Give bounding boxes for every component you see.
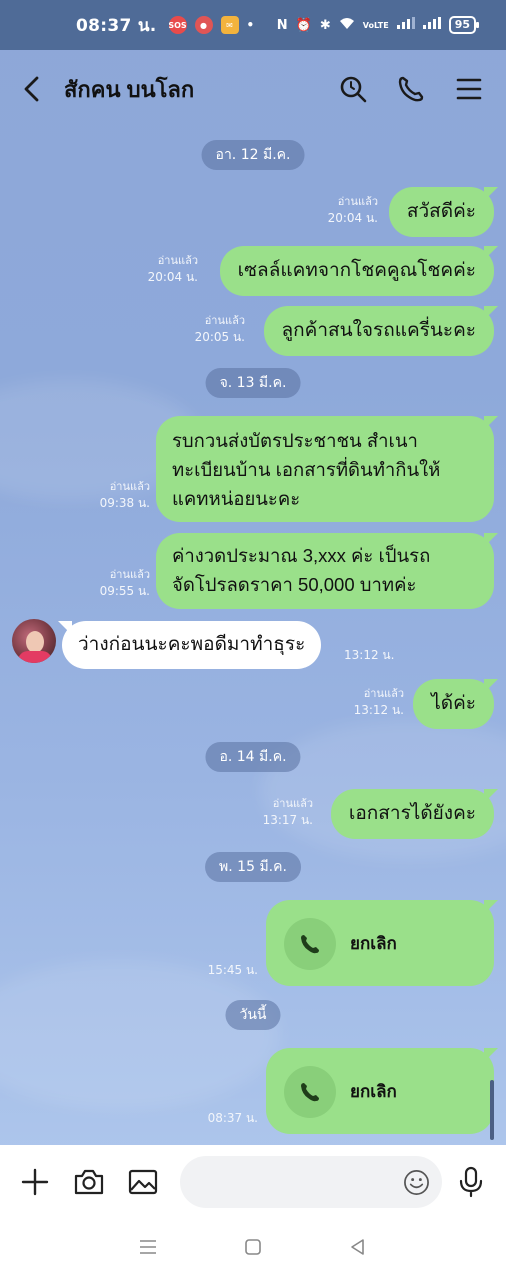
volte-icon: VoLTE [362, 20, 389, 30]
phone-icon [301, 1083, 319, 1102]
notification-icons: SOS ● ✉ • [168, 16, 255, 34]
outgoing-message[interactable]: สวัสดีค่ะ [388, 187, 494, 237]
outgoing-message[interactable]: ค่างวดประมาณ 3,xxx ค่ะ เป็นรถ จัดโปรลดรา… [156, 533, 494, 609]
outgoing-message[interactable]: ลูกค้าสนใจรถแครี่นะคะ [263, 306, 494, 356]
image-icon[interactable] [126, 1165, 160, 1199]
chat-title: สักคน บนโลก [64, 76, 195, 102]
message-meta: 15:45 น. [208, 962, 258, 979]
read-status: อ่านแล้ว [363, 687, 404, 700]
message-meta: อ่านแล้ว 13:12 น. [354, 685, 404, 719]
nfc-icon: N [276, 17, 288, 33]
date-separator: อ. 14 มี.ค. [205, 742, 301, 772]
read-status: อ่านแล้ว [157, 254, 198, 267]
bluetooth-icon: ✱ [319, 17, 331, 33]
message-line: จัดโปรลดราคา 50,000 บาทค่ะ [172, 574, 417, 595]
outgoing-message[interactable]: ได้ค่ะ [413, 679, 494, 729]
date-separator: วันนี้ [225, 1000, 281, 1030]
read-status: อ่านแล้ว [337, 195, 378, 208]
wifi-icon [339, 16, 355, 34]
call-message[interactable]: ยกเลิก [266, 900, 494, 986]
battery-icon: 95 [448, 16, 480, 34]
message-meta: 13:12 น. [344, 647, 394, 664]
outgoing-message[interactable]: เอกสารได้ยังคะ [330, 789, 494, 839]
home-icon[interactable] [243, 1237, 263, 1261]
message-time: 13:17 น. [262, 813, 313, 827]
call-message[interactable]: ยกเลิก [266, 1048, 494, 1134]
incoming-message[interactable]: ว่างก่อนนะคะพอดีมาทำธุระ [62, 621, 322, 669]
message-time: 09:38 น. [99, 496, 150, 510]
system-navigation-bar [0, 1218, 506, 1280]
message-time: 13:12 น. [344, 648, 395, 662]
message-time: 08:37 น. [207, 1111, 258, 1125]
back-arrow-icon[interactable] [22, 74, 48, 104]
avatar-shirt [18, 651, 52, 663]
date-separator: อา. 12 มี.ค. [201, 140, 305, 170]
background-cloud [0, 960, 280, 1110]
message-time: 15:45 น. [207, 963, 258, 977]
outgoing-message[interactable]: รบกวนส่งบัตรประชาชน สำเนา ทะเบียนบ้าน เอ… [156, 416, 494, 522]
message-meta: 08:37 น. [208, 1110, 258, 1127]
contact-avatar[interactable] [12, 619, 56, 663]
message-line: ค่างวดประมาณ 3,xxx ค่ะ เป็นรถ [172, 545, 431, 566]
message-time: 20:04 น. [147, 270, 198, 284]
plus-icon[interactable] [18, 1165, 52, 1199]
outgoing-message[interactable]: เซลล์แคทจากโชคคูณโชคค่ะ [219, 246, 494, 296]
alarm-icon: ⏰ [295, 17, 312, 33]
message-line: แคทหน่อยนะคะ [172, 488, 301, 509]
message-line: ทะเบียนบ้าน เอกสารที่ดินทำกินให้ [172, 459, 441, 480]
message-time: 20:05 น. [194, 330, 245, 344]
call-icon-circle [284, 1066, 336, 1118]
sos-icon: SOS [168, 16, 187, 34]
phone-icon[interactable] [396, 74, 426, 104]
mail-icon: ✉ [220, 16, 239, 34]
message-meta: อ่านแล้ว 09:55 น. [100, 566, 150, 600]
phone-icon [301, 935, 319, 954]
line-app-icon: ● [194, 16, 213, 34]
read-status: อ่านแล้ว [204, 314, 245, 327]
system-icons: N ⏰ ✱ VoLTE 95 [276, 16, 480, 34]
message-line: รบกวนส่งบัตรประชาชน สำเนา [172, 430, 418, 451]
status-time: 08:37 น. [76, 15, 157, 36]
camera-icon[interactable] [72, 1165, 106, 1199]
message-meta: อ่านแล้ว 13:17 น. [263, 795, 313, 829]
status-bar: 08:37 น. SOS ● ✉ • N ⏰ ✱ VoLTE 95 [0, 0, 506, 50]
call-status-label: ยกเลิก [350, 934, 397, 953]
message-time: 09:55 น. [99, 584, 150, 598]
date-separator: พ. 15 มี.ค. [205, 852, 301, 882]
read-status: อ่านแล้ว [272, 797, 313, 810]
signal-icon-1 [396, 17, 415, 33]
message-meta: อ่านแล้ว 09:38 น. [100, 478, 150, 512]
scrollbar[interactable] [490, 1080, 494, 1140]
date-separator: จ. 13 มี.ค. [205, 368, 301, 398]
message-input-field[interactable] [180, 1155, 442, 1208]
message-meta: อ่านแล้ว 20:04 น. [328, 193, 378, 227]
avatar-face [26, 631, 44, 653]
read-status: อ่านแล้ว [109, 480, 150, 493]
emoji-icon[interactable] [403, 1169, 430, 1196]
menu-icon[interactable] [454, 74, 484, 104]
chat-screen: 08:37 น. SOS ● ✉ • N ⏰ ✱ VoLTE 95 สักคน … [0, 0, 506, 1280]
call-status-label: ยกเลิก [350, 1082, 397, 1101]
message-time: 20:04 น. [327, 211, 378, 225]
dot-icon: • [246, 18, 255, 32]
message-input-bar [0, 1145, 506, 1218]
search-icon[interactable] [338, 74, 368, 104]
message-meta: อ่านแล้ว 20:05 น. [195, 312, 245, 346]
message-time: 13:12 น. [353, 703, 404, 717]
read-status: อ่านแล้ว [109, 568, 150, 581]
header-actions [338, 74, 484, 104]
microphone-icon[interactable] [454, 1165, 488, 1199]
recent-apps-icon[interactable] [138, 1238, 158, 1260]
call-icon-circle [284, 918, 336, 970]
signal-icon-2 [422, 17, 441, 33]
chat-header: สักคน บนโลก [0, 50, 506, 128]
message-meta: อ่านแล้ว 20:04 น. [148, 252, 198, 286]
back-nav-icon[interactable] [348, 1237, 368, 1261]
